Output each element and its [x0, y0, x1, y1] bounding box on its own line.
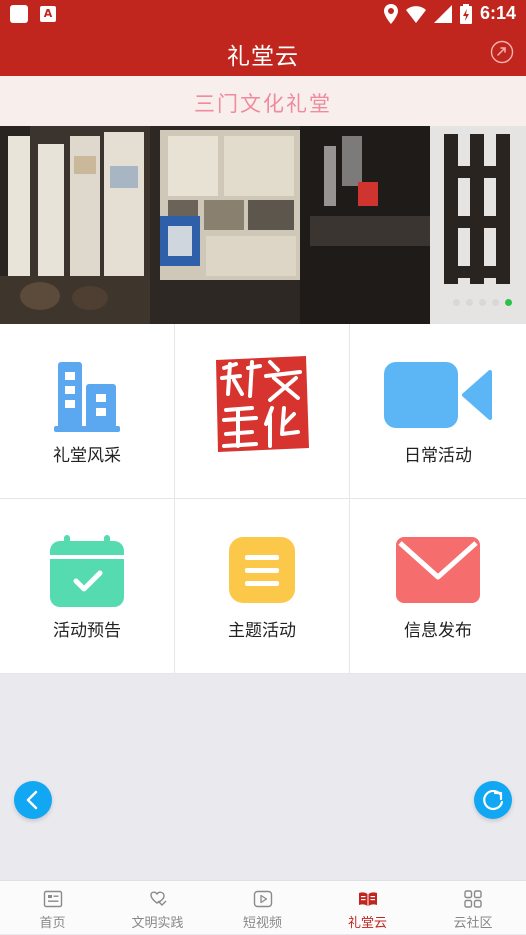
grid-item-daily-activity[interactable]: 日常活动 — [350, 324, 526, 499]
grid-item-theme-activity[interactable]: 主题活动 — [175, 499, 350, 674]
play-icon — [253, 890, 273, 908]
carousel-dot[interactable] — [453, 299, 460, 306]
carousel-dot[interactable] — [479, 299, 486, 306]
volunteer-icon — [150, 891, 167, 906]
building-icon — [54, 362, 120, 432]
feature-grid: 礼堂风采 日常活动 活动预告 主题活动 信息发布 — [0, 324, 526, 674]
grid-item-label: 主题活动 — [228, 621, 296, 641]
back-arrow-icon — [26, 790, 38, 810]
banner-carousel[interactable] — [0, 126, 526, 324]
carousel-indicator[interactable] — [453, 299, 512, 306]
grid-item-culture-hall[interactable] — [175, 324, 350, 499]
share-icon[interactable] — [490, 40, 514, 64]
tab-cloud-community[interactable]: 云社区 — [420, 881, 526, 935]
home-icon — [43, 890, 63, 908]
tab-label: 首页 — [39, 916, 66, 931]
back-button[interactable] — [14, 781, 52, 819]
tab-short-video[interactable]: 短视频 — [210, 881, 315, 935]
grid-item-label: 活动预告 — [53, 621, 121, 641]
refresh-button[interactable] — [474, 781, 512, 819]
culture-hall-logo-icon — [216, 356, 309, 452]
grid-icon — [464, 890, 482, 908]
notification-icon — [10, 5, 28, 23]
tab-civilization-practice[interactable]: 文明实践 — [105, 881, 210, 935]
book-icon — [359, 892, 377, 906]
refresh-icon — [483, 789, 504, 811]
tab-label: 文明实践 — [131, 916, 184, 931]
grid-item-label: 信息发布 — [404, 621, 472, 641]
mail-icon — [396, 537, 480, 603]
battery-icon — [459, 3, 472, 24]
tab-home[interactable]: 首页 — [0, 881, 105, 935]
tab-label: 短视频 — [242, 916, 282, 931]
hall-name-bar: 三门文化礼堂 — [0, 76, 526, 126]
hall-name: 三门文化礼堂 — [194, 92, 332, 116]
signal-icon — [433, 4, 452, 23]
notification-badge-icon: A — [40, 6, 56, 22]
calendar-check-icon — [50, 535, 124, 607]
wifi-icon — [405, 5, 426, 23]
tab-label: 云社区 — [453, 916, 493, 931]
list-menu-icon — [229, 537, 295, 603]
grid-item-hall-style[interactable]: 礼堂风采 — [0, 324, 175, 499]
tab-hall-cloud[interactable]: 礼堂云 — [315, 881, 420, 935]
grid-item-info-publish[interactable]: 信息发布 — [350, 499, 526, 674]
video-camera-icon — [384, 362, 492, 428]
grid-item-label: 日常活动 — [404, 446, 472, 466]
carousel-dot[interactable] — [466, 299, 473, 306]
carousel-dot-active[interactable] — [505, 299, 512, 306]
status-time: 6:14 — [479, 3, 516, 23]
app-header: 礼堂云 — [0, 28, 526, 76]
tab-label: 礼堂云 — [347, 916, 387, 931]
carousel-dot[interactable] — [492, 299, 499, 306]
location-icon — [383, 3, 398, 24]
bottom-tab-bar: 首页 文明实践 短视频 礼堂云 云社区 — [0, 880, 526, 934]
status-bar: A 6:14 — [0, 0, 526, 28]
grid-item-activity-preview[interactable]: 活动预告 — [0, 499, 175, 674]
grid-item-label: 礼堂风采 — [53, 446, 121, 466]
page-title: 礼堂云 — [227, 44, 299, 70]
banner-image — [0, 126, 526, 324]
